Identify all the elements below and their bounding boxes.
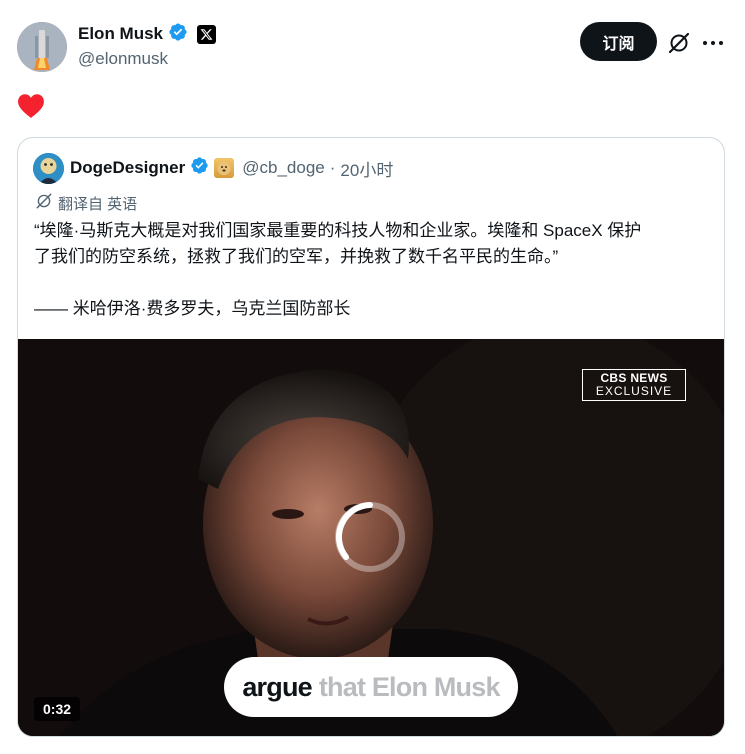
quote-author-handle[interactable]: @cb_doge — [242, 158, 325, 178]
more-options-icon[interactable] — [701, 31, 725, 55]
grok-icon[interactable] — [667, 31, 691, 55]
caption-current-word: argue — [242, 671, 312, 702]
quote-text-line: 了我们的防空系统，拯救了我们的空军，并挽救了数千名平民的生命。” — [34, 247, 559, 266]
translate-icon — [35, 192, 53, 214]
quote-author-row: DogeDesigner @cb_doge · 20小时 — [70, 156, 393, 180]
author-handle[interactable]: @elonmusk — [78, 49, 168, 69]
author-avatar[interactable] — [17, 22, 67, 72]
dot-separator: · — [329, 158, 336, 177]
video-caption: argue that Elon Musk — [224, 657, 518, 717]
quote-attribution: —— 米哈伊洛·费多罗夫，乌克兰国防部长 — [34, 299, 351, 318]
quote-timestamp[interactable]: 20小时 — [340, 156, 393, 181]
quote-body: “埃隆·马斯克大概是对我们国家最重要的科技人物和企业家。埃隆和 SpaceX 保… — [34, 218, 714, 322]
quote-author-name[interactable]: DogeDesigner — [70, 158, 185, 178]
translate-label: 翻译自 英语 — [58, 195, 138, 213]
quoted-tweet-card[interactable]: DogeDesigner @cb_doge · 20小时 翻译自 英语 “埃隆·… — [17, 137, 725, 737]
video-duration: 0:32 — [34, 697, 81, 721]
quote-author-avatar[interactable] — [33, 153, 64, 184]
caption-upcoming-words: that Elon Musk — [318, 671, 501, 702]
author-name-row: Elon Musk — [78, 22, 217, 47]
x-logo-icon — [197, 24, 217, 44]
verified-badge-icon[interactable] — [168, 22, 188, 47]
cbs-news-badge: CBS NEWS EXCLUSIVE — [582, 369, 686, 401]
heart-icon — [17, 93, 45, 119]
cbs-badge-subtitle: EXCLUSIVE — [595, 384, 673, 398]
loading-spinner-icon — [335, 502, 405, 572]
doge-affiliate-badge-icon — [214, 158, 235, 178]
quote-text-line: “埃隆·马斯克大概是对我们国家最重要的科技人物和企业家。埃隆和 SpaceX 保… — [34, 221, 642, 240]
author-display-name[interactable]: Elon Musk — [78, 24, 163, 44]
verified-badge-icon[interactable] — [190, 156, 209, 180]
subscribe-button[interactable]: 订阅 — [580, 22, 657, 61]
translate-toggle[interactable]: 翻译自 英语 — [35, 193, 137, 213]
video-player[interactable]: CBS NEWS EXCLUSIVE argue that Elon Musk … — [18, 339, 724, 736]
